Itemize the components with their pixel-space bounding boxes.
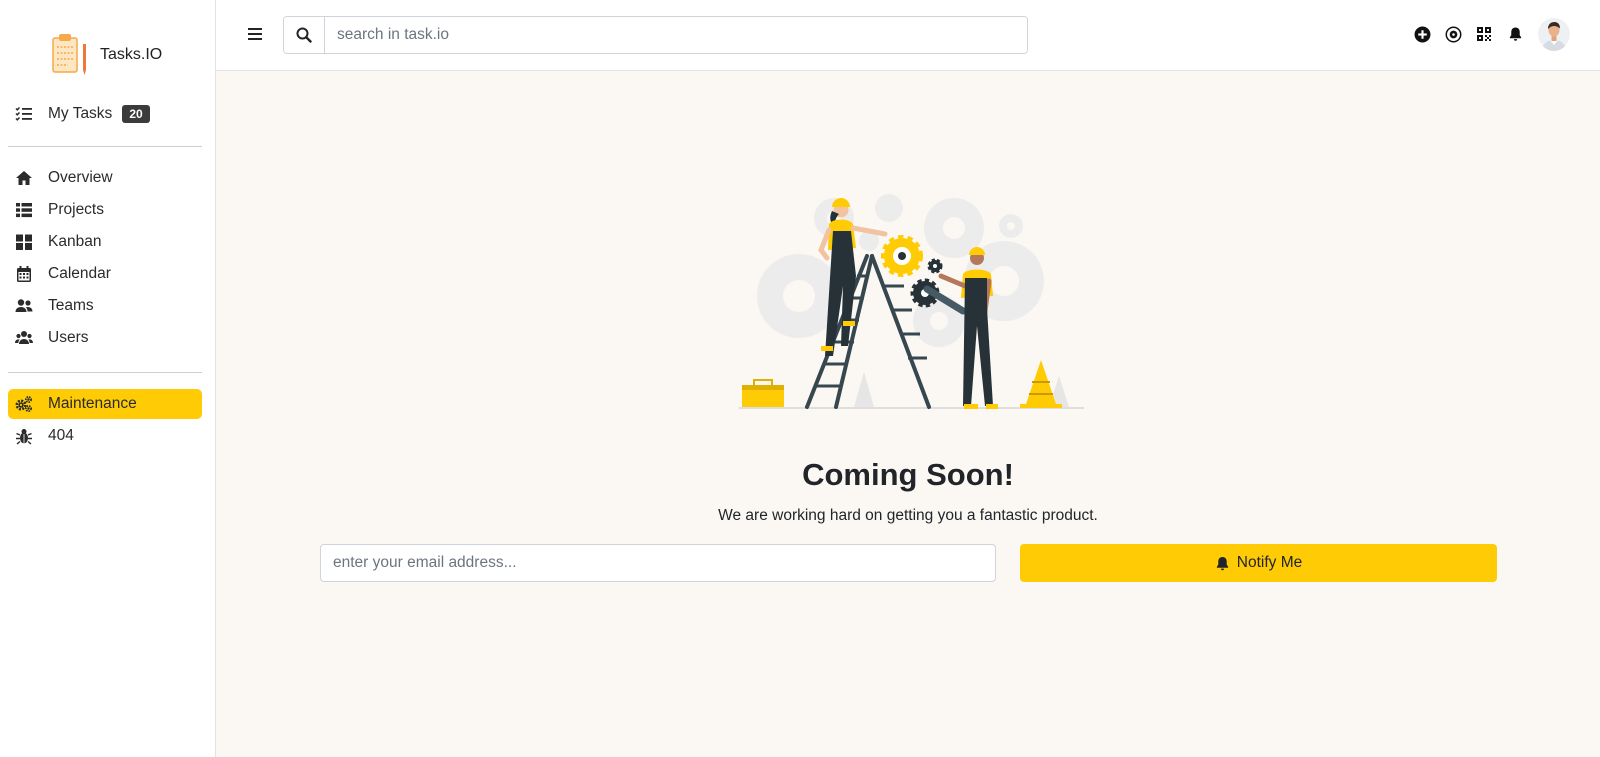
home-icon xyxy=(14,168,34,188)
sidebar-item-label: Calendar xyxy=(48,265,111,282)
sidebar-item-label: My Tasks xyxy=(48,105,113,122)
task-count-badge: 20 xyxy=(122,105,150,123)
notify-me-label: Notify Me xyxy=(1236,554,1303,571)
sidebar-item-label: Teams xyxy=(48,297,94,314)
sidebar-item-404[interactable]: 404 xyxy=(8,421,202,451)
sidebar-item-label: Projects xyxy=(48,201,104,218)
search-icon xyxy=(296,27,312,43)
sidebar-item-projects[interactable]: Projects xyxy=(8,195,202,225)
search-input[interactable] xyxy=(325,17,1027,53)
topbar xyxy=(216,0,1600,71)
sidebar: Tasks.IO My Tasks 20 Overview Projects K… xyxy=(0,0,216,757)
tasks-list-icon xyxy=(14,104,34,124)
brand-name: Tasks.IO xyxy=(100,46,163,63)
sidebar-item-my-tasks[interactable]: My Tasks 20 xyxy=(8,99,202,129)
search-button[interactable] xyxy=(284,17,325,53)
sidebar-item-label: Overview xyxy=(48,169,113,186)
search-bar xyxy=(283,16,1028,54)
sidebar-divider xyxy=(8,146,202,147)
sidebar-item-label: Users xyxy=(48,329,89,346)
notify-me-button[interactable]: Notify Me xyxy=(1020,544,1497,582)
main-content: Coming Soon! We are working hard on gett… xyxy=(216,71,1600,757)
gears-icon xyxy=(14,394,34,414)
sidebar-divider xyxy=(8,372,202,373)
bell-icon xyxy=(1216,556,1228,570)
bell-icon[interactable] xyxy=(1506,25,1524,43)
sidebar-item-label: 404 xyxy=(48,427,74,444)
sidebar-item-overview[interactable]: Overview xyxy=(8,163,202,193)
plus-circle-icon[interactable] xyxy=(1413,25,1431,43)
grid-icon xyxy=(14,232,34,252)
email-field[interactable] xyxy=(320,544,996,582)
clipboard-logo-icon xyxy=(52,34,86,75)
bug-icon xyxy=(14,426,34,446)
users-icon xyxy=(14,296,34,316)
sidebar-item-users[interactable]: Users xyxy=(8,323,202,353)
sidebar-item-calendar[interactable]: Calendar xyxy=(8,259,202,289)
topbar-actions xyxy=(1400,17,1570,51)
list-icon xyxy=(14,200,34,220)
qrcode-icon[interactable] xyxy=(1475,25,1493,43)
page-title: Coming Soon! xyxy=(802,457,1014,492)
compass-icon[interactable] xyxy=(1444,25,1462,43)
calendar-icon xyxy=(14,264,34,284)
maintenance-illustration xyxy=(739,194,1084,409)
sidebar-item-kanban[interactable]: Kanban xyxy=(8,227,202,257)
sidebar-item-teams[interactable]: Teams xyxy=(8,291,202,321)
hamburger-menu-icon[interactable] xyxy=(246,24,266,44)
page-subtitle: We are working hard on getting you a fan… xyxy=(718,507,1098,524)
sidebar-item-label: Kanban xyxy=(48,233,102,250)
users-group-icon xyxy=(14,328,34,348)
avatar[interactable] xyxy=(1538,17,1570,51)
sidebar-item-label: Maintenance xyxy=(48,395,137,412)
sidebar-item-maintenance[interactable]: Maintenance xyxy=(8,389,202,419)
brand[interactable]: Tasks.IO xyxy=(50,30,162,80)
